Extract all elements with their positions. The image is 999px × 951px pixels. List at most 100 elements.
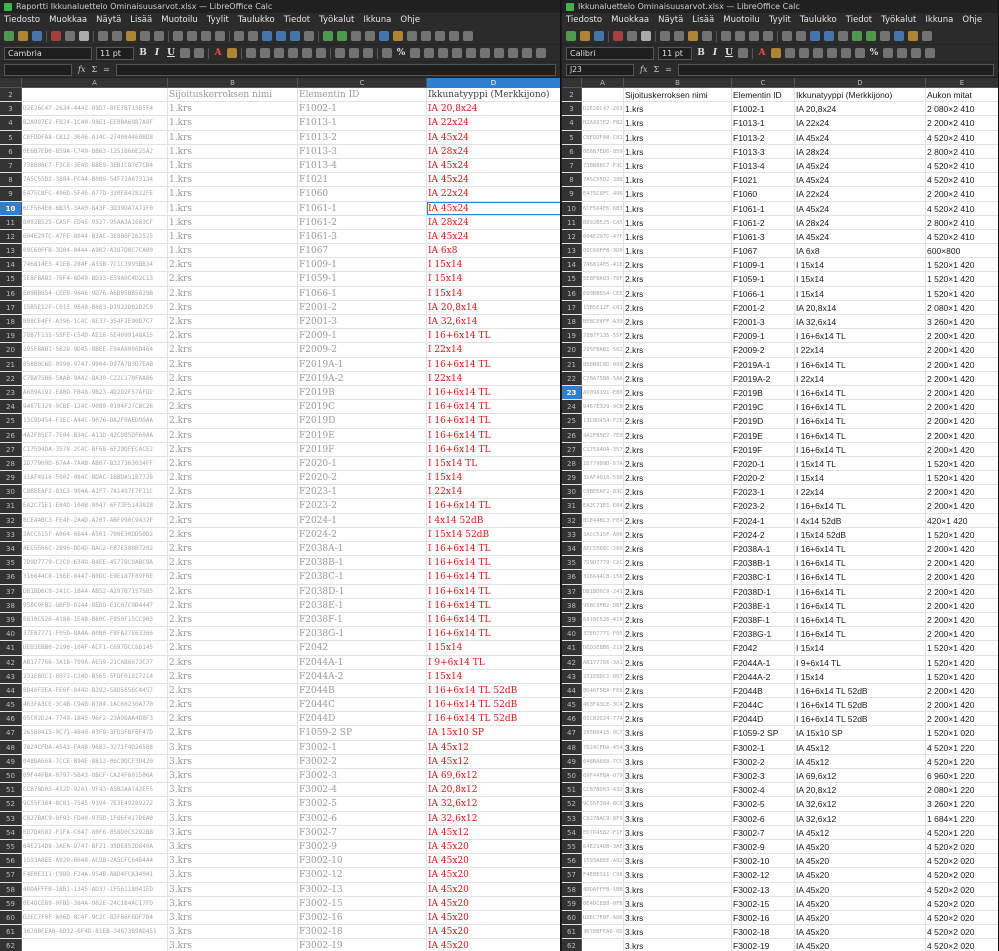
cell-c[interactable]: F1066-1 (298, 286, 427, 300)
cell-a[interactable]: C7BA75B6-5AAB-9A42-8A30-C22C170FAA86 (22, 371, 168, 385)
row-number[interactable]: 50 (562, 769, 582, 783)
cell-d[interactable]: IA 20,8x12 (795, 783, 926, 797)
cell-d[interactable]: IA 45x20 (427, 854, 560, 867)
cell-d[interactable]: I 16+6x14 TL (427, 329, 560, 342)
cell-b[interactable]: 3.krs (624, 854, 732, 868)
cell-d[interactable]: IA 15x10 SP (427, 726, 560, 739)
cell-a[interactable]: 9467E329-9CBE-124C-9089-0194F27CBC26 (22, 400, 168, 414)
row-number[interactable]: 10 (0, 201, 22, 215)
cell-d[interactable]: IA 45x20 (427, 925, 560, 938)
cell-a[interactable]: DB1BD6C9-241C-1B44-AB52-A297B71575B5 (22, 584, 168, 598)
cell-b[interactable]: 1.krs (168, 173, 298, 187)
hyperlink-icon[interactable] (379, 31, 389, 41)
cell-e[interactable]: 2 200×1 420 (926, 443, 998, 456)
cell-c[interactable]: F2020-2 (298, 471, 427, 485)
cell-b[interactable]: 1.krs (624, 130, 732, 144)
cell-d[interactable]: IA 45x24 (795, 173, 926, 187)
cell-b[interactable]: 2.krs (168, 343, 298, 357)
cell-d[interactable]: I 16+6x14 TL (427, 386, 560, 399)
row-number[interactable]: 6 (562, 144, 582, 158)
cell-b[interactable]: 3.krs (624, 939, 732, 951)
cell-a[interactable]: C0FDDFA8-C812 (582, 130, 624, 144)
cell-c[interactable]: F3002-9 (732, 839, 795, 854)
cell-a[interactable]: 463FA3CE-3C4B (582, 698, 624, 712)
cell-e[interactable]: 2 080×2 410 (926, 102, 998, 115)
cell-a[interactable]: A609A191-E80D-FB48-9B23-4D2D2F57AFD2 (22, 385, 168, 400)
row-number[interactable]: 19 (562, 329, 582, 343)
redo-icon[interactable] (187, 31, 197, 41)
cell-c[interactable]: F2044A-1 (732, 655, 795, 669)
cell-b-header[interactable]: Sijoituskerroksen nimi (168, 88, 298, 102)
row-number[interactable]: 16 (562, 286, 582, 300)
cell-e[interactable]: 600×800 (926, 244, 998, 257)
open-folder-icon[interactable] (18, 31, 28, 41)
cell-c[interactable]: F2038G-1 (298, 627, 427, 641)
cell-d[interactable]: IA 45x12 (795, 754, 926, 768)
cell-c[interactable]: F2024-2 (732, 527, 795, 541)
row-number[interactable]: 35 (0, 556, 22, 570)
row-number[interactable]: 48 (562, 740, 582, 754)
cell-d[interactable]: I 16+6x14 TL (795, 400, 926, 414)
cell-e[interactable]: 1 520×1 420 (926, 656, 998, 669)
cell-c[interactable]: F1002-1 (732, 102, 795, 116)
cell-a[interactable]: C8BEEAF2-83C3-994A-A1F7-7A1497E7F11C (22, 485, 168, 499)
cell-a[interactable]: 738B08C7-F3C6 (582, 158, 624, 173)
cell-d[interactable]: I 22x14 (427, 343, 560, 356)
cell-a[interactable]: 6810C526-4188-1E48-B80C-F950F15CC903 (22, 612, 168, 627)
cell-b[interactable]: 2.krs (624, 712, 732, 726)
cell-c[interactable]: F2044A-2 (298, 669, 427, 683)
cell-c[interactable]: F1061-3 (298, 229, 427, 244)
cell-d[interactable]: I 16+6x14 TL (427, 358, 560, 371)
row-number[interactable]: 44 (562, 683, 582, 698)
spelling-icon[interactable] (763, 31, 773, 41)
cell-d[interactable]: I 15x14 (427, 287, 560, 300)
cell-a[interactable]: 1D77909D-67A4 (582, 456, 624, 471)
insert-image-icon[interactable] (323, 31, 333, 41)
cell-d[interactable]: I 22x14 (795, 371, 926, 385)
cell-a[interactable]: B2A997E2-FB24-1C40-98E1-EE9BA6987A8F (22, 116, 168, 130)
row-number[interactable]: 40 (0, 627, 22, 641)
cell-c[interactable]: F1060 (298, 187, 427, 201)
undo-icon[interactable] (173, 31, 183, 41)
cell-b[interactable]: 2.krs (168, 726, 298, 740)
cell-c[interactable]: F2044B (298, 683, 427, 698)
cell-e[interactable]: 4 520×2 020 (926, 854, 998, 867)
cell-b[interactable]: 1.krs (624, 116, 732, 130)
insert-chart-icon[interactable] (337, 31, 347, 41)
cell-a[interactable]: C827BAC9-8F93-FD40-975D-1F86F417D6A0 (22, 811, 168, 825)
cell-c-header[interactable]: Elementin ID (732, 88, 795, 102)
cell-a[interactable]: 78B7F135-55FE-C54D-AE16-5E4099148A15 (22, 329, 168, 343)
cell-b[interactable]: 3.krs (168, 839, 298, 854)
cell-c[interactable]: F1059-1 (732, 272, 795, 286)
row-number[interactable]: 32 (562, 513, 582, 527)
row-number[interactable]: 30 (562, 485, 582, 499)
cell-b[interactable]: 3.krs (624, 783, 732, 797)
row-number[interactable]: 27 (0, 442, 22, 456)
row-number[interactable]: 45 (562, 698, 582, 712)
show-draw-functions-icon[interactable] (463, 31, 473, 41)
cell-a[interactable]: 746814E5-41EB (582, 258, 624, 272)
cell-c[interactable]: F2024-2 (298, 527, 427, 541)
menu-item[interactable]: Muokkaa (611, 15, 649, 25)
cell-d[interactable]: I 16+6x14 TL (427, 599, 560, 612)
cell-d[interactable]: I 16+6x14 TL (795, 570, 926, 584)
row-number[interactable]: 62 (562, 939, 582, 951)
cell-b[interactable]: 2.krs (168, 258, 298, 272)
cell-a[interactable]: 738B08C7-F3C6-3E4D-B8E9-3EB1C8767CB4 (22, 158, 168, 173)
cell-d[interactable]: IA 45x24 (427, 173, 560, 186)
cell-d[interactable]: IA 45x20 (795, 939, 926, 951)
cell-a[interactable]: CCB78D03-432D (582, 783, 624, 797)
cell-b[interactable]: 2.krs (624, 655, 732, 669)
cell-e[interactable]: 4 520×2 020 (926, 911, 998, 924)
paste-icon[interactable] (126, 31, 136, 41)
cell-b[interactable]: 1.krs (624, 215, 732, 229)
row-number[interactable]: 51 (0, 783, 22, 797)
row-number[interactable]: 17 (0, 300, 22, 314)
spelling-icon[interactable] (215, 31, 225, 41)
cell-a[interactable]: 69F44FBA-0797-5B43-8BCF-CA24F801506A (22, 769, 168, 783)
save-icon[interactable] (594, 31, 604, 41)
print-icon[interactable] (627, 31, 637, 41)
cell-e[interactable]: 2 080×1 220 (926, 783, 998, 796)
cell-d[interactable]: I 16+6x14 TL 52dB (795, 683, 926, 698)
cell-b[interactable]: 3.krs (168, 882, 298, 896)
